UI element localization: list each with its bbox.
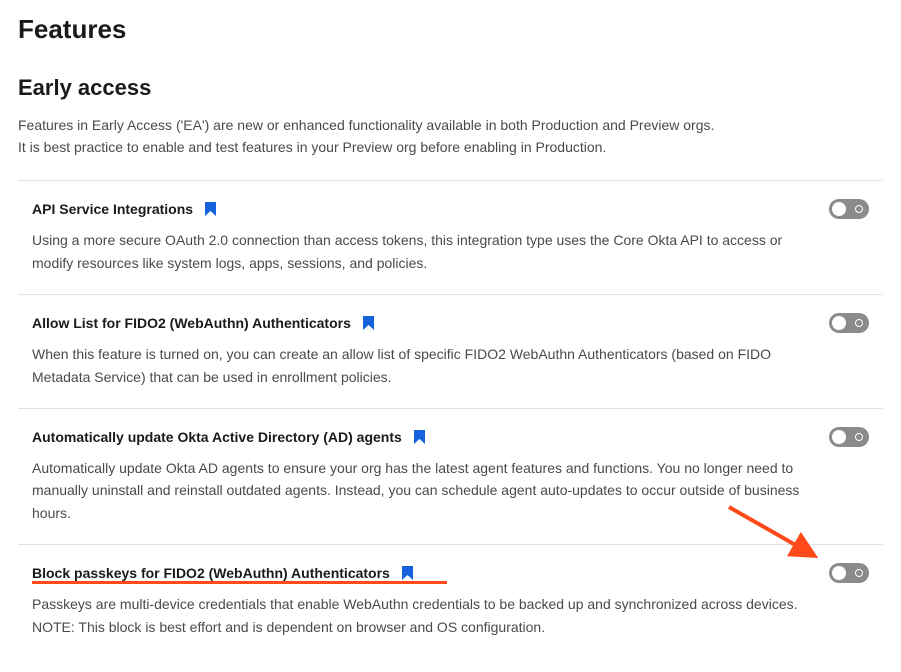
bookmark-icon bbox=[414, 430, 425, 444]
bookmark-icon bbox=[205, 202, 216, 216]
section-description: Features in Early Access ('EA') are new … bbox=[18, 115, 883, 158]
feature-title: Allow List for FIDO2 (WebAuthn) Authenti… bbox=[32, 315, 351, 331]
page-title: Features bbox=[18, 14, 883, 45]
feature-item-block-passkeys: Block passkeys for FIDO2 (WebAuthn) Auth… bbox=[18, 544, 883, 658]
bookmark-icon bbox=[402, 566, 413, 580]
feature-item-auto-update-ad-agents: Automatically update Okta Active Directo… bbox=[18, 408, 883, 544]
feature-description: Automatically update Okta AD agents to e… bbox=[32, 457, 869, 524]
bookmark-icon bbox=[363, 316, 374, 330]
annotation-underline bbox=[32, 581, 447, 584]
section-title-early-access: Early access bbox=[18, 75, 883, 101]
feature-item-allow-list-fido2: Allow List for FIDO2 (WebAuthn) Authenti… bbox=[18, 294, 883, 408]
feature-toggle[interactable] bbox=[829, 563, 869, 583]
feature-toggle[interactable] bbox=[829, 199, 869, 219]
feature-description: Using a more secure OAuth 2.0 connection… bbox=[32, 229, 869, 274]
feature-description: When this feature is turned on, you can … bbox=[32, 343, 869, 388]
feature-toggle[interactable] bbox=[829, 313, 869, 333]
section-description-line2: It is best practice to enable and test f… bbox=[18, 139, 606, 155]
feature-toggle[interactable] bbox=[829, 427, 869, 447]
feature-title: API Service Integrations bbox=[32, 201, 193, 217]
feature-description: Passkeys are multi-device credentials th… bbox=[32, 593, 869, 638]
section-description-line1: Features in Early Access ('EA') are new … bbox=[18, 117, 714, 133]
feature-title: Block passkeys for FIDO2 (WebAuthn) Auth… bbox=[32, 565, 390, 581]
feature-item-api-service-integrations: API Service Integrations Using a more se… bbox=[18, 180, 883, 294]
feature-title: Automatically update Okta Active Directo… bbox=[32, 429, 402, 445]
